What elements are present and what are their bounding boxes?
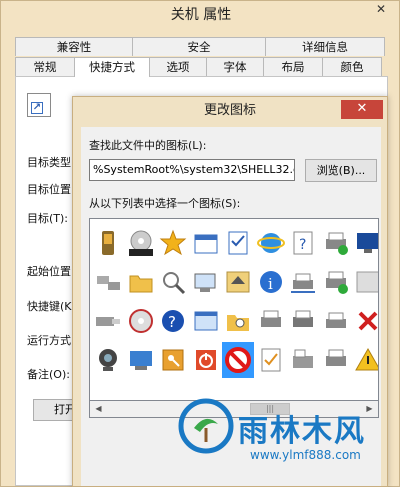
magnifier-icon[interactable]	[157, 264, 189, 300]
usb-device-icon[interactable]	[92, 303, 124, 339]
run-label: 运行方式	[27, 334, 71, 347]
cd-audio-icon[interactable]	[125, 303, 157, 339]
pda-icon[interactable]	[92, 225, 124, 261]
svg-text:?: ?	[168, 313, 176, 331]
dvd-rw-icon[interactable]	[125, 225, 157, 261]
tab-font[interactable]: 字体	[206, 57, 264, 76]
network-printer-2-icon[interactable]	[320, 303, 352, 339]
star-icon[interactable]	[157, 225, 189, 261]
checklist-file-icon[interactable]	[255, 342, 287, 378]
find-icons-label: 查找此文件中的图标(L):	[89, 139, 207, 152]
tab-details[interactable]: 详细信息	[265, 37, 385, 56]
cut-off-icon[interactable]	[352, 264, 378, 300]
svg-text:?: ?	[299, 237, 306, 253]
window-frame-icon[interactable]	[190, 303, 222, 339]
power-icon[interactable]	[190, 342, 222, 378]
shortcut-icon: ↗	[27, 93, 51, 117]
eject-icon[interactable]	[222, 264, 254, 300]
target-label: 目标(T):	[27, 212, 69, 225]
tab-compatibility[interactable]: 兼容性	[15, 37, 133, 56]
printer-pause-icon[interactable]	[320, 264, 352, 300]
scroll-left-icon[interactable]: ◀	[90, 401, 107, 417]
icon-list[interactable]: ? i?	[89, 218, 379, 401]
select-icon-label: 从以下列表中选择一个图标(S):	[89, 197, 241, 210]
watermark-text: 雨林木风	[238, 414, 366, 449]
shortcut-key-label: 快捷键(K	[27, 300, 72, 313]
watermark-logo-icon	[178, 398, 234, 454]
calendar-files-icon[interactable]	[190, 225, 222, 261]
dialog-title: 更改图标	[203, 103, 256, 118]
info-icon[interactable]: i	[255, 264, 287, 300]
close-icon[interactable]: ✕	[371, 1, 391, 19]
checklist-icon[interactable]	[222, 225, 254, 261]
tab-colors[interactable]: 颜色	[322, 57, 382, 76]
usb-drives-icon[interactable]	[92, 264, 124, 300]
warning-icon[interactable]	[352, 342, 378, 378]
watermark-url: www.ylmf888.com	[250, 448, 361, 462]
svg-text:i: i	[268, 275, 273, 293]
delete-red-icon[interactable]	[352, 303, 378, 339]
fax-machine-icon[interactable]	[287, 342, 319, 378]
help-circle-icon[interactable]: ?	[157, 303, 189, 339]
search-folder-icon[interactable]	[222, 303, 254, 339]
target-type-label: 目标类型	[27, 156, 71, 169]
printer-2-icon[interactable]	[255, 303, 287, 339]
help-document-icon[interactable]: ?	[287, 225, 319, 261]
start-in-label: 起始位置	[27, 265, 71, 278]
no-entry-icon[interactable]	[222, 342, 254, 378]
window-title: 关机 属性	[170, 7, 232, 23]
desktop-settings-icon[interactable]	[190, 264, 222, 300]
webcam-icon[interactable]	[92, 342, 124, 378]
display-settings-icon[interactable]	[125, 342, 157, 378]
tab-layout[interactable]: 布局	[263, 57, 323, 76]
dialog-close-icon[interactable]: ✕	[341, 100, 383, 119]
folder-icon[interactable]	[125, 264, 157, 300]
network-printer-icon[interactable]	[287, 264, 319, 300]
tab-row-1: 兼容性 安全 详细信息	[15, 37, 385, 56]
monitor-settings-icon[interactable]	[352, 225, 378, 261]
target-location-label: 目标位置	[27, 183, 71, 196]
icon-grid: ? i?	[92, 225, 378, 381]
printer-green-icon[interactable]	[320, 225, 352, 261]
key-icon[interactable]	[157, 342, 189, 378]
internet-explorer-icon[interactable]	[255, 225, 287, 261]
printer-4-icon[interactable]	[320, 342, 352, 378]
comment-label: 备注(O):	[27, 368, 70, 381]
browse-button[interactable]: 浏览(B)...	[305, 159, 377, 182]
tab-security[interactable]: 安全	[132, 37, 266, 56]
printer-3-icon[interactable]	[287, 303, 319, 339]
icon-file-path-input[interactable]: %SystemRoot%\system32\SHELL32.dll	[89, 159, 295, 181]
tab-shortcut[interactable]: 快捷方式	[74, 57, 150, 77]
tab-row-2: 常规 快捷方式 选项 字体 布局 颜色	[15, 57, 382, 77]
tab-options[interactable]: 选项	[149, 57, 207, 76]
tab-general[interactable]: 常规	[15, 57, 75, 76]
